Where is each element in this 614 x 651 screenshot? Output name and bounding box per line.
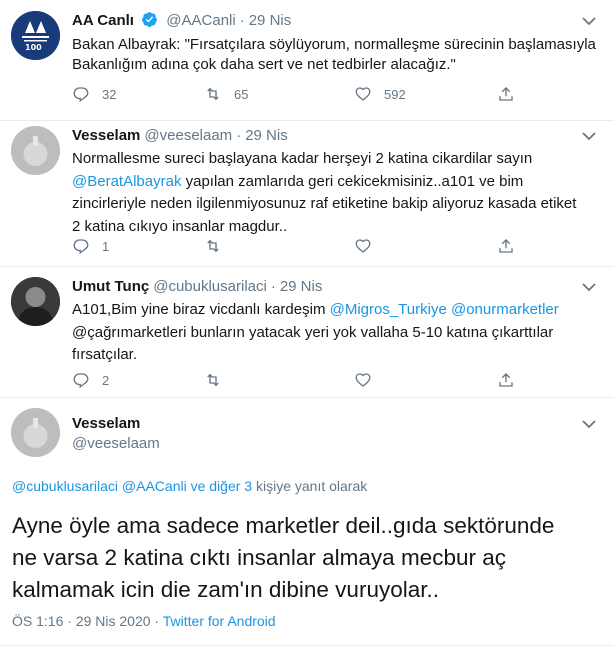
reply-count: 1 bbox=[102, 238, 110, 254]
tweet-date[interactable]: 29 Nis bbox=[245, 127, 288, 144]
tweet-text: A101,Bim yine biraz vicdanlı kardeşim @M… bbox=[72, 301, 559, 363]
avatar-image bbox=[11, 408, 60, 457]
retweet-icon bbox=[207, 87, 219, 101]
author-handle[interactable]: @veeselaam bbox=[144, 127, 232, 144]
reply-button[interactable]: 2 bbox=[72, 370, 109, 390]
tweet-source[interactable]: Twitter for Android bbox=[163, 613, 276, 629]
share-button[interactable] bbox=[497, 236, 515, 256]
tweet-date[interactable]: 29 Nis 2020 bbox=[76, 613, 151, 629]
avatar[interactable] bbox=[11, 277, 60, 326]
author-handle[interactable]: @cubuklusarilaci bbox=[153, 278, 267, 295]
reply-button[interactable]: 1 bbox=[72, 236, 109, 256]
tweet-header: Umut Tunç @cubuklusarilaci · 29 Nis bbox=[72, 278, 323, 295]
avatar[interactable] bbox=[11, 408, 60, 457]
reply-count: 32 bbox=[102, 86, 117, 102]
like-icon bbox=[355, 373, 371, 387]
tweet-actions: 32 65 592 bbox=[72, 84, 515, 104]
like-button[interactable] bbox=[354, 236, 372, 256]
tweet-time[interactable]: ÖS 1:16 bbox=[12, 613, 63, 629]
tweet-umut-tunc[interactable]: Umut Tunç @cubuklusarilaci · 29 Nis A101,Bi… bbox=[0, 267, 614, 397]
reply-to-links[interactable]: @cubuklusarilaci @AACanli ve diğer 3 bbox=[12, 478, 252, 494]
retweet-button[interactable] bbox=[204, 370, 222, 390]
share-icon bbox=[499, 87, 513, 101]
focused-tweet-text: Ayne öyle ama sadece marketler deil..gıd… bbox=[12, 513, 555, 602]
tweet-text: Bakan Albayrak: "Fırsatçılara söylüyorum… bbox=[72, 36, 596, 73]
like-button[interactable] bbox=[354, 370, 372, 390]
author-name[interactable]: AA Canlı bbox=[72, 12, 134, 29]
chevron-down-icon[interactable] bbox=[582, 131, 596, 141]
retweet-icon bbox=[207, 239, 219, 253]
tweet-actions: 1 bbox=[72, 236, 515, 256]
avatar[interactable] bbox=[11, 126, 60, 175]
chevron-down-icon[interactable] bbox=[582, 282, 596, 292]
retweet-button[interactable] bbox=[204, 236, 222, 256]
tweet-header: AA Canlı @AACanli · 29 Nis bbox=[72, 12, 292, 29]
reply-icon bbox=[73, 373, 89, 389]
author-handle[interactable]: @AACanli bbox=[166, 12, 235, 29]
tweet-date[interactable]: 29 Nis bbox=[280, 278, 323, 295]
svg-text:100: 100 bbox=[25, 43, 42, 52]
tweet-text: Normallesme sureci başlayana kadar herşe… bbox=[72, 150, 577, 235]
tweet-vesselam[interactable]: Vesselam @veeselaam · 29 Nis Normallesme su… bbox=[0, 121, 614, 269]
tweet-actions: 2 bbox=[72, 370, 515, 390]
tweet-date[interactable]: 29 Nis bbox=[249, 12, 292, 29]
like-button[interactable]: 592 bbox=[354, 84, 406, 104]
chevron-down-icon[interactable] bbox=[582, 16, 596, 26]
verified-icon bbox=[142, 12, 158, 27]
avatar-image bbox=[11, 126, 60, 175]
reply-count: 2 bbox=[102, 372, 110, 388]
divider bbox=[0, 645, 614, 646]
mention-link[interactable]: @onurmarketler bbox=[451, 301, 559, 318]
avatar[interactable]: 100 bbox=[11, 11, 60, 60]
share-icon bbox=[499, 239, 513, 253]
tweet-header: Vesselam @veeselaam bbox=[72, 414, 160, 454]
aa-logo-icon: 100 bbox=[11, 11, 60, 60]
author-name[interactable]: Vesselam bbox=[72, 127, 140, 144]
replying-to: @cubuklusarilaci @AACanli ve diğer 3 kiş… bbox=[12, 478, 368, 494]
like-icon bbox=[355, 239, 371, 253]
tweet-meta: ÖS 1:16 · 29 Nis 2020 · Twitter for Andr… bbox=[12, 613, 276, 629]
retweet-icon bbox=[207, 373, 219, 387]
chevron-down-icon[interactable] bbox=[582, 419, 596, 429]
tweet-header: Vesselam @veeselaam · 29 Nis bbox=[72, 127, 288, 144]
author-name[interactable]: Umut Tunç bbox=[72, 278, 149, 295]
retweet-button[interactable]: 65 bbox=[204, 84, 248, 104]
author-name[interactable]: Vesselam bbox=[72, 414, 160, 434]
share-icon bbox=[499, 373, 513, 387]
retweet-count: 65 bbox=[234, 86, 249, 102]
reply-button[interactable]: 32 bbox=[72, 84, 116, 104]
reply-icon bbox=[73, 239, 89, 255]
mention-link[interactable]: @Migros_Turkiye bbox=[330, 301, 447, 318]
like-icon bbox=[355, 87, 371, 101]
reply-icon bbox=[73, 87, 89, 103]
author-handle[interactable]: @veeselaam bbox=[72, 434, 160, 454]
avatar-image bbox=[11, 277, 60, 326]
mention-link[interactable]: @BeratAlbayrak bbox=[72, 173, 181, 190]
like-count: 592 bbox=[384, 86, 406, 102]
share-button[interactable] bbox=[497, 84, 515, 104]
share-button[interactable] bbox=[497, 370, 515, 390]
tweet-aacanli[interactable]: 100 AA Canlı @AACanli · 29 Nis Bakan Albay… bbox=[0, 0, 614, 120]
